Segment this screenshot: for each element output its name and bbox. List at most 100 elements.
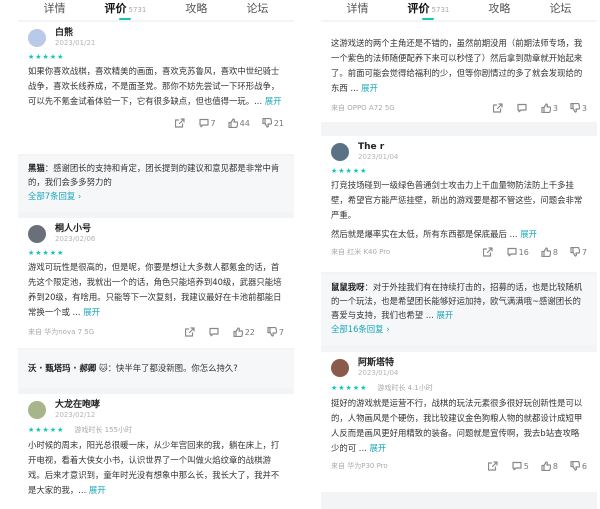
thumb-down-icon [570,247,580,257]
avatar[interactable] [28,225,46,243]
share-button[interactable] [482,247,495,257]
device-label: 来自 OPPO A72 5G [331,104,395,112]
review-card[interactable]: The r 2023/01/04 ★★★★★ 打竞技场碰到一级绿色普通剑士攻击力… [321,136,597,272]
expand-link[interactable]: 展开 [89,485,106,495]
reply-text: ：感谢团长的支持和肯定，团长提到的建议和意见都是非常中肯的，我们会多多努力的 [28,163,280,187]
review-text: 游戏可玩性是很高的，但是呢，你要是想让大多数人都氪金的话，首先这个限定池，我就出… [28,262,282,317]
tab-bar: 详情 评价 5731 攻略 论坛 [321,0,597,20]
reply-author[interactable]: 鼠鼠我呀 [331,282,365,292]
developer-reply: 黑猫：感谢团长的支持和肯定，团长提到的建议和意见都是非常中肯的，我们会多多努力的… [18,156,294,212]
share-icon [487,461,498,471]
dislike-button[interactable]: 7 [267,327,284,337]
review-card[interactable]: 桐人小号 2023/02/06 ★★★★★ 游戏可玩性是很高的，但是呢，你要是想… [18,218,294,348]
comment-icon [512,461,522,471]
thumb-up-icon [541,103,551,113]
tab-details[interactable]: 详情 [44,0,66,16]
reply-author[interactable]: 黑猫 [28,163,45,173]
avatar[interactable] [331,359,349,377]
avatar[interactable] [28,29,46,47]
review-text: 这游戏送的两个主角还是不错的，虽然前期没用（前期法师专场，我一个紫色的法师随便配… [331,38,583,93]
star-rating: ★★★★★ [331,384,368,392]
thumb-up-icon [228,118,238,128]
tab-bar: 详情 评价 5731 攻略 论坛 [18,0,294,20]
review-card[interactable]: 大龙在咆哮 2023/02/12 ★★★★★ 游戏时长 155小时 小时候的周末，… [18,394,294,509]
like-button[interactable]: 3 [541,103,558,113]
review-actions: 来自 OPPO A72 5G 3 3 [331,100,587,116]
avatar[interactable] [28,401,46,419]
review-card[interactable]: 阿斯塔特 2023/01/04 ★★★★★ 游戏时长 4.1小时 挺好的游戏就是运… [321,352,597,492]
username[interactable]: 白熊 [55,28,95,39]
device-label: 来自 红米 K40 Pro [331,248,391,256]
share-button[interactable] [492,103,505,113]
expand-link[interactable]: 展开 [83,307,100,317]
comment-icon [209,327,219,337]
review-card[interactable]: 这游戏送的两个主角还是不错的，虽然前期没用（前期法师专场，我一个紫色的法师随便配… [321,22,597,122]
thumb-down-icon [570,461,580,471]
share-button[interactable] [487,461,500,471]
review-actions: 7 44 21 [28,115,284,131]
thumb-up-icon [233,327,243,337]
like-button[interactable]: 22 [233,327,255,337]
expand-link[interactable]: 展开 [369,443,386,453]
review-date: 2023/02/12 [55,411,96,419]
like-button[interactable]: 8 [541,461,558,471]
like-button[interactable]: 44 [228,118,250,128]
tab-guides[interactable]: 攻略 [185,0,207,16]
tab-forum[interactable]: 论坛 [549,0,571,16]
review-text: 如果你喜欢战棋，喜欢精美的画面，喜欢克苏鲁风，喜欢中世纪骑士战争，喜欢长线养成，… [28,66,282,106]
share-button[interactable] [174,118,187,128]
expand-link[interactable]: 展开 [520,229,537,239]
developer-reply: 鼠鼠我呀：对于外挂我们有在持续打击的，招募的话，也是比较随机的一个玩法，也是希望… [321,275,597,345]
expand-link[interactable]: 展开 [361,83,378,93]
tab-details[interactable]: 详情 [347,0,369,16]
thumb-down-icon [267,327,277,337]
expand-link[interactable]: 展开 [265,96,282,106]
thumb-up-icon [541,461,551,471]
review-text: 挺好的游戏就是运营不行，战棋的玩法元素很多很好玩创新性是可以的，人物画风是个硬伤… [331,398,583,453]
username[interactable]: 阿斯塔特 [358,358,398,369]
star-rating: ★★★★★ [28,426,65,434]
review-text-extra: 然后就是爆率实在太低，所有东西都是保底最后 ... 展开 [331,229,537,239]
reply-text: ：快半年了都没新图。你怎么持久? [107,363,238,373]
star-rating: ★★★★★ [331,167,368,175]
comment-button[interactable] [209,327,221,337]
star-rating: ★★★★★ [28,53,65,61]
share-icon [184,327,195,337]
all-replies-link[interactable]: 全部7条回复 › [28,189,284,203]
review-actions: 来自 红米 K40 Pro 16 8 7 [331,244,587,260]
review-card[interactable]: 白熊 2023/01/21 ★★★★★ 如果你喜欢战棋，喜欢精美的画面，喜欢克苏… [18,22,294,154]
username[interactable]: 大龙在咆哮 [55,400,100,411]
review-date: 2023/01/21 [55,39,96,47]
reply-author[interactable]: 沃 · 甄塔玛 · 郝卿 [28,363,96,373]
thumb-down-icon [570,103,580,113]
left-review-panel: 详情 评价 5731 攻略 论坛 白熊 2023/01/21 ★★★★★ 如果你喜… [18,0,294,509]
star-rating: ★★★★★ [28,249,65,257]
share-icon [174,118,185,128]
tab-reviews[interactable]: 评价 5731 [408,0,449,20]
share-button[interactable] [184,327,197,337]
comment-button[interactable]: 16 [507,247,529,257]
comment-button[interactable]: 7 [198,118,216,128]
right-review-panel: 详情 评价 5731 攻略 论坛 这游戏送的两个主角还是不错的，虽然前期没用（前期… [321,0,597,509]
tab-forum[interactable]: 论坛 [246,0,268,16]
avatar[interactable] [331,143,349,161]
like-button[interactable]: 8 [541,247,558,257]
comment-button[interactable]: 5 [512,461,529,471]
dislike-button[interactable]: 6 [570,461,587,471]
tab-reviews[interactable]: 评价 5731 [105,0,146,20]
all-replies-link[interactable]: 全部16条回复 › [331,322,587,336]
review-actions: 来自 华为nova 7 5G 22 7 [28,324,284,340]
username[interactable]: The r [358,142,398,153]
dislike-button[interactable]: 21 [262,118,284,128]
comment-button[interactable] [517,103,529,113]
review-text: 小时候的周末，阳光总很暖一床，从少年宫回来的我，躺在床上，打开电视，看着大侠女小… [28,440,280,495]
username[interactable]: 桐人小号 [55,224,95,235]
reply-text: ：对于外挂我们有在持续打击的，招募的话，也是比较随机的一个玩法，也是希望团长能够… [331,282,583,320]
device-label: 来自 华为nova 7 5G [28,328,95,336]
dislike-button[interactable]: 3 [570,103,587,113]
expand-link[interactable]: 展开 [436,310,453,320]
thumb-down-icon [262,118,272,128]
dislike-button[interactable]: 7 [570,247,587,257]
tab-guides[interactable]: 攻略 [488,0,510,16]
thumb-up-icon [541,247,551,257]
